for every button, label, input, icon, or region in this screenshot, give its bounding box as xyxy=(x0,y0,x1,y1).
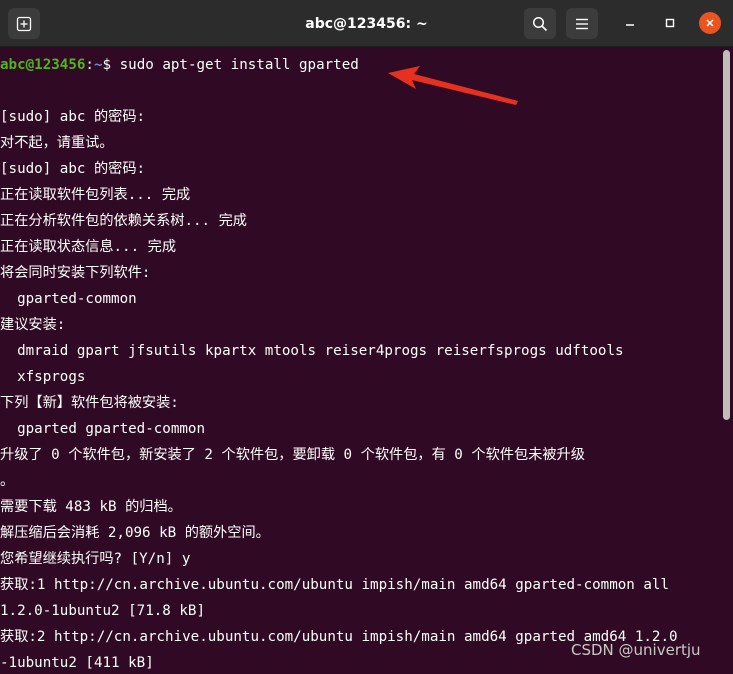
watermark: CSDN @univertju xyxy=(571,641,701,659)
annotation-arrow-icon xyxy=(388,66,518,105)
